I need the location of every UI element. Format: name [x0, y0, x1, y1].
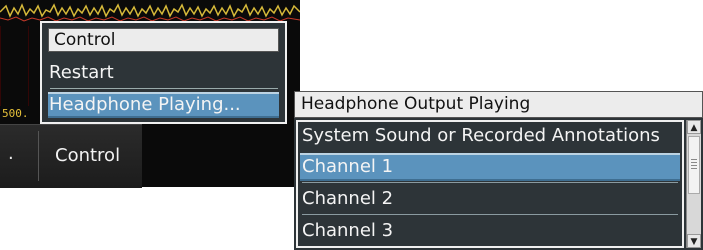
scroll-down-arrow-icon[interactable]: ▼	[687, 234, 701, 248]
option-channel-1[interactable]: Channel 1	[300, 153, 680, 181]
headphone-output-title: Headphone Output Playing	[294, 91, 703, 118]
control-menu-title: Control	[48, 28, 279, 52]
scale-label: 500.	[2, 107, 29, 120]
bottom-toolbar: . Control	[0, 124, 142, 188]
option-channel-3[interactable]: Channel 3	[300, 217, 680, 245]
control-menu: Control Restart Headphone Playing...	[40, 21, 287, 124]
headphone-output-list: System Sound or Recorded Annotations Cha…	[296, 120, 684, 248]
scrollbar-thumb[interactable]	[688, 136, 700, 194]
option-system-sound[interactable]: System Sound or Recorded Annotations	[300, 122, 680, 150]
menu-divider	[50, 88, 278, 89]
headphone-output-submenu: Headphone Output Playing System Sound or…	[294, 91, 703, 250]
headphone-playing-menu-item[interactable]: Headphone Playing...	[48, 92, 279, 118]
option-divider	[302, 182, 678, 183]
option-divider	[302, 214, 678, 215]
control-tab[interactable]: Control	[55, 145, 120, 166]
scroll-up-arrow-icon[interactable]: ▲	[687, 120, 701, 134]
option-channel-2[interactable]: Channel 2	[300, 185, 680, 213]
restart-menu-item[interactable]: Restart	[48, 60, 279, 86]
bottom-tab-separator: .	[8, 143, 14, 164]
submenu-scrollbar[interactable]: ▲ ▼	[686, 120, 701, 248]
tab-divider	[38, 131, 39, 181]
